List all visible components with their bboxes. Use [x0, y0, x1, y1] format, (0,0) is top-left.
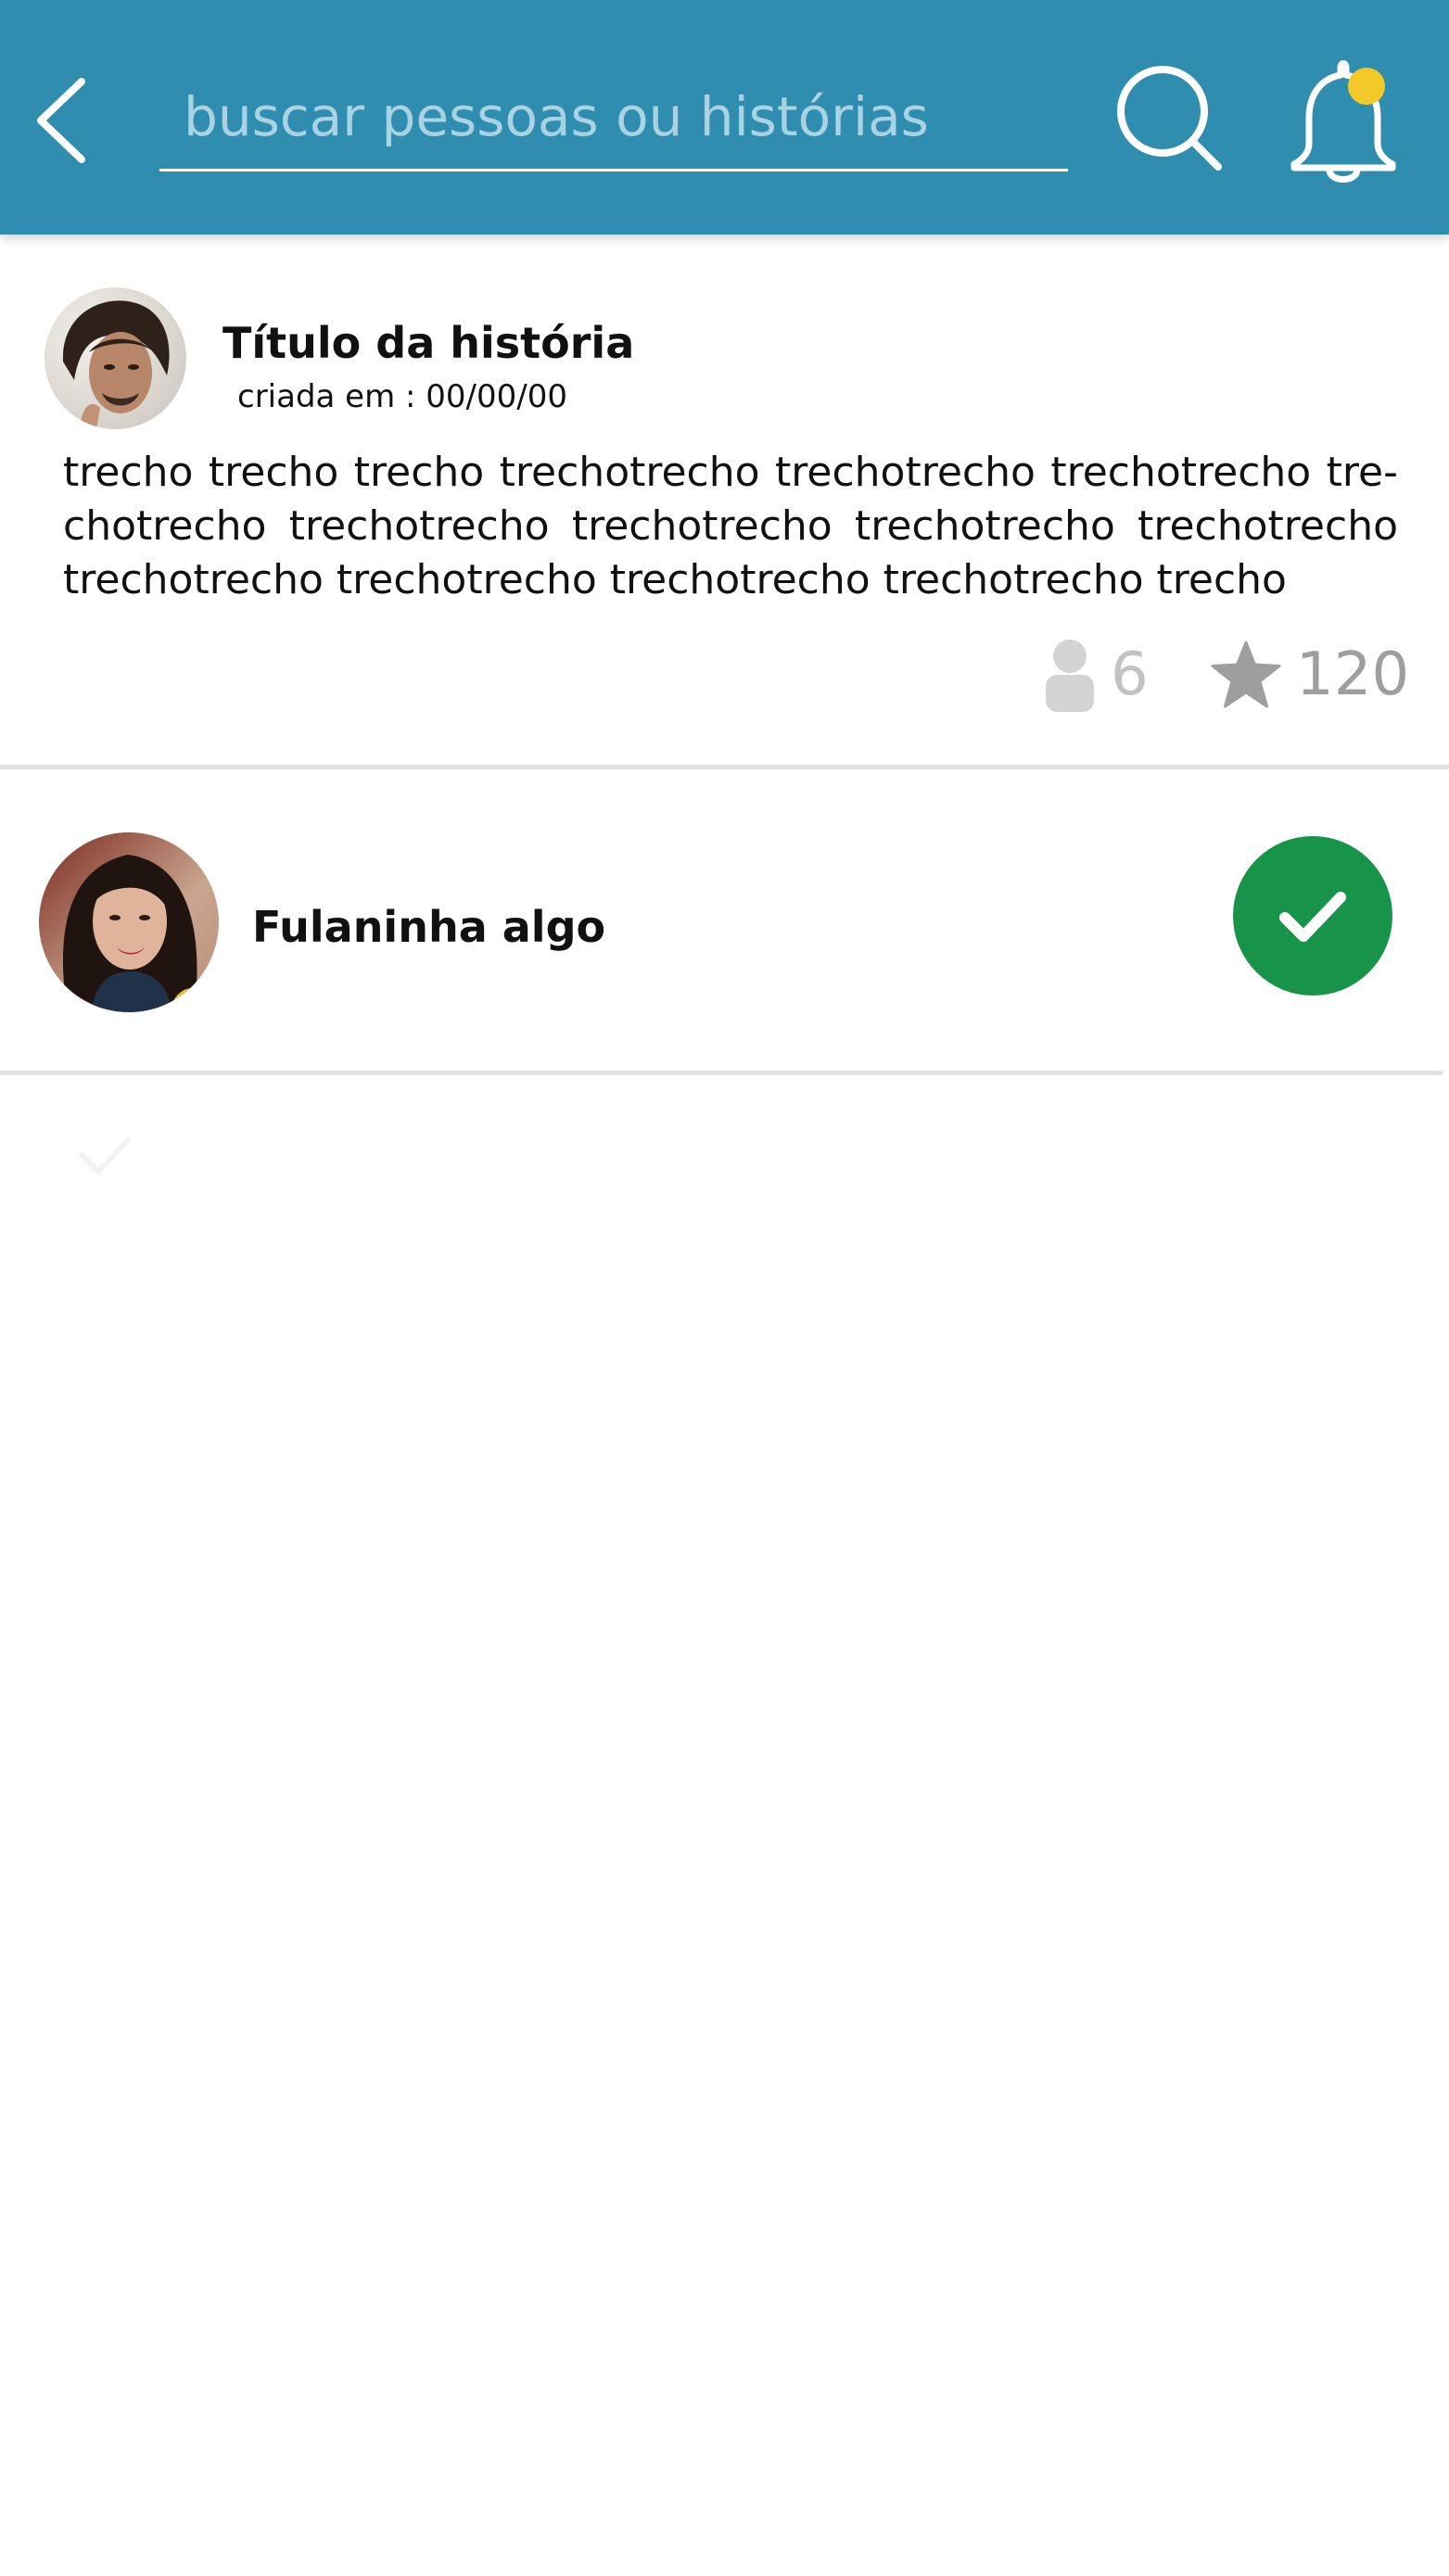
check-icon: [1279, 892, 1346, 942]
participants-value: 6: [1111, 641, 1149, 709]
back-button[interactable]: [28, 65, 102, 176]
search-field[interactable]: [159, 65, 1068, 171]
search-icon: [1117, 66, 1222, 171]
stars-value: 120: [1296, 641, 1410, 709]
search-button[interactable]: [1109, 56, 1229, 176]
bell-icon: [1290, 60, 1396, 183]
story-title[interactable]: Título da história: [222, 318, 634, 368]
notifications-button[interactable]: [1281, 51, 1402, 185]
stars-count[interactable]: 120: [1211, 633, 1409, 717]
chevron-left-icon: [37, 78, 85, 163]
story-card[interactable]: Título da história criada em : 00/00/00 …: [0, 235, 1449, 769]
app-screen: Título da história criada em : 00/00/00 …: [0, 0, 1449, 2576]
top-bar: [0, 0, 1449, 235]
participants-count: 6: [1044, 633, 1149, 717]
author-avatar[interactable]: [44, 287, 186, 429]
star-icon: [1211, 641, 1281, 708]
story-created-date: criada em : 00/00/00: [237, 378, 567, 415]
notification-badge: [1348, 68, 1385, 105]
user-avatar[interactable]: [39, 832, 219, 1012]
user-photo: [39, 832, 219, 1012]
person-icon: [1046, 640, 1094, 712]
faint-check-icon: [79, 1137, 131, 1174]
user-name[interactable]: Fulaninha algo: [252, 902, 605, 952]
search-input[interactable]: [159, 65, 1068, 169]
selected-toggle-button[interactable]: [1233, 836, 1392, 996]
story-excerpt: trecho trecho trecho trechotrecho trecho…: [63, 449, 1398, 603]
user-list-item[interactable]: Fulaninha algo: [0, 769, 1443, 1075]
author-photo: [44, 287, 186, 429]
